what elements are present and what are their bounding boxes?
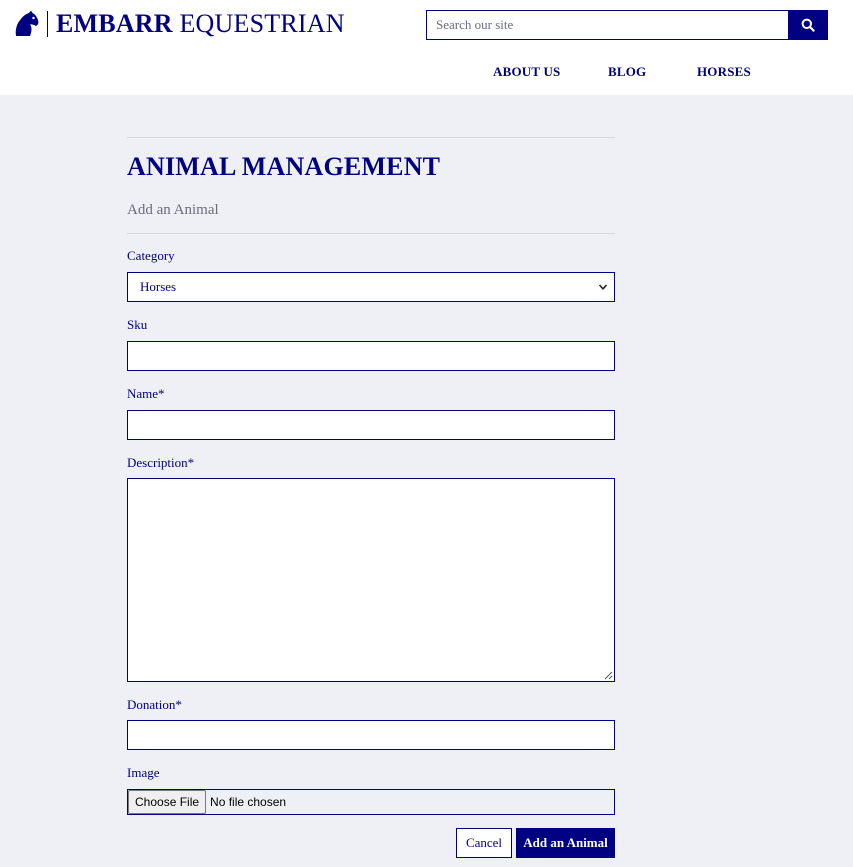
- site-header: EMBARR EQUESTRIAN ABOUT US BLOG HORSES: [0, 0, 853, 95]
- description-label: Description*: [127, 455, 195, 470]
- name-label: Name*: [127, 386, 165, 401]
- image-label: Image: [127, 765, 160, 780]
- brand-name: EMBARR EQUESTRIAN: [56, 9, 345, 39]
- resize-grip-icon[interactable]: [604, 671, 613, 680]
- brand-name-rest: EQUESTRIAN: [172, 9, 345, 38]
- nav-item-about-us[interactable]: ABOUT US: [493, 64, 560, 80]
- donation-input[interactable]: [127, 720, 615, 750]
- donation-label: Donation*: [127, 697, 182, 712]
- main-content: ANIMAL MANAGEMENT Add an Animal Category…: [0, 95, 853, 867]
- sku-label: Sku: [127, 317, 148, 332]
- brand-separator: [47, 11, 48, 37]
- chevron-down-icon: [598, 284, 608, 290]
- nav-item-horses[interactable]: HORSES: [697, 64, 751, 80]
- name-input[interactable]: [127, 410, 615, 440]
- category-select[interactable]: Horses: [127, 272, 615, 302]
- search-input[interactable]: [426, 10, 788, 40]
- top-divider: [127, 137, 615, 138]
- file-status-text: No file chosen: [210, 795, 287, 809]
- subtitle-divider: [127, 233, 615, 234]
- page-title: ANIMAL MANAGEMENT: [127, 152, 441, 181]
- nav-item-blog[interactable]: BLOG: [608, 64, 646, 80]
- add-animal-button[interactable]: Add an Animal: [516, 828, 615, 858]
- main-nav: ABOUT US BLOG HORSES: [0, 64, 853, 80]
- site-search: [426, 10, 828, 40]
- search-icon: [801, 18, 815, 32]
- category-selected-value: Horses: [140, 279, 177, 294]
- description-textarea[interactable]: [127, 478, 615, 682]
- sku-input[interactable]: [127, 341, 615, 371]
- search-button[interactable]: [788, 10, 828, 40]
- cancel-button[interactable]: Cancel: [456, 828, 512, 858]
- category-label: Category: [127, 248, 175, 263]
- page-subtitle: Add an Animal: [127, 202, 219, 218]
- brand-name-bold: EMBARR: [56, 9, 173, 38]
- horse-head-icon: [15, 10, 39, 36]
- choose-file-button[interactable]: Choose File: [128, 790, 207, 814]
- image-file-input: Choose File No file chosen: [127, 789, 615, 815]
- brand-logo-link[interactable]: EMBARR EQUESTRIAN: [12, 9, 345, 39]
